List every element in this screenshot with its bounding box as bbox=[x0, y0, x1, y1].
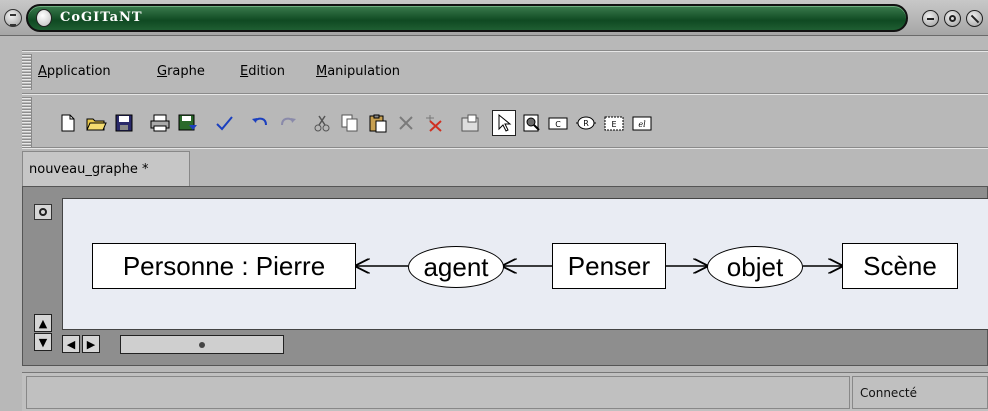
maximize-button[interactable] bbox=[944, 10, 961, 27]
tab-nouveau-graphe[interactable]: nouveau_graphe * bbox=[22, 151, 190, 188]
menu-manipulation[interactable]: Manipulation bbox=[316, 63, 400, 81]
relation-agent[interactable]: agent bbox=[408, 246, 504, 288]
horizontal-scroll-thumb[interactable] bbox=[120, 335, 284, 354]
window-menu-icon[interactable] bbox=[4, 9, 22, 27]
copy-icon[interactable] bbox=[338, 110, 362, 136]
toolbar-grip[interactable] bbox=[22, 97, 32, 147]
svg-text:el: el bbox=[638, 120, 646, 129]
menu-edition[interactable]: Edition bbox=[240, 63, 285, 81]
toolbar-bottom-separator bbox=[22, 147, 988, 149]
connection-status: Connecté bbox=[852, 376, 988, 409]
svg-text:E: E bbox=[611, 120, 616, 129]
scroll-left-button[interactable]: ◀ bbox=[62, 335, 80, 353]
menu-application[interactable]: Application bbox=[38, 63, 111, 81]
minimize-button[interactable] bbox=[922, 10, 939, 27]
save-icon[interactable] bbox=[112, 110, 136, 136]
paste-icon[interactable] bbox=[366, 110, 390, 136]
check-icon[interactable] bbox=[212, 110, 236, 136]
concept-scene[interactable]: Scène bbox=[842, 243, 958, 289]
add-coreference-icon[interactable]: E bbox=[602, 110, 626, 136]
add-relation-icon[interactable]: R bbox=[574, 110, 598, 136]
canvas-corner-toggle[interactable] bbox=[34, 204, 52, 220]
open-folder-icon[interactable] bbox=[84, 110, 108, 136]
concept-penser[interactable]: Penser bbox=[552, 243, 666, 289]
scroll-right-button[interactable]: ▶ bbox=[82, 335, 100, 353]
svg-text:C: C bbox=[555, 120, 561, 129]
toolbar-separator bbox=[22, 93, 988, 95]
redo-icon[interactable] bbox=[276, 110, 300, 136]
menu-graphe[interactable]: Graphe bbox=[157, 63, 205, 81]
zoom-inspect-icon[interactable] bbox=[520, 110, 544, 136]
svg-text:R: R bbox=[583, 119, 589, 128]
cut-icon[interactable] bbox=[310, 110, 334, 136]
save-as-icon[interactable] bbox=[176, 110, 200, 136]
delete-link-icon[interactable] bbox=[422, 110, 446, 136]
new-file-icon[interactable] bbox=[56, 110, 80, 136]
print-icon[interactable] bbox=[148, 110, 172, 136]
app-orb-icon bbox=[36, 9, 52, 27]
scroll-up-button[interactable]: ▲ bbox=[34, 314, 52, 332]
relation-objet[interactable]: objet bbox=[707, 246, 803, 288]
close-button[interactable] bbox=[966, 10, 983, 27]
status-message bbox=[26, 376, 850, 409]
menubar-separator bbox=[22, 50, 988, 52]
select-pointer-icon[interactable] bbox=[492, 110, 516, 136]
window-title: CoGITaNT bbox=[60, 10, 143, 25]
scroll-down-button[interactable]: ▼ bbox=[34, 333, 52, 351]
properties-icon[interactable] bbox=[458, 110, 482, 136]
title-bar-drag-area[interactable] bbox=[26, 4, 908, 32]
add-link-icon[interactable]: el bbox=[630, 110, 654, 136]
delete-icon[interactable] bbox=[394, 110, 418, 136]
concept-personne-pierre[interactable]: Personne : Pierre bbox=[92, 243, 356, 289]
undo-icon[interactable] bbox=[248, 110, 272, 136]
menubar-grip[interactable] bbox=[22, 54, 32, 90]
add-concept-icon[interactable]: C bbox=[546, 110, 570, 136]
